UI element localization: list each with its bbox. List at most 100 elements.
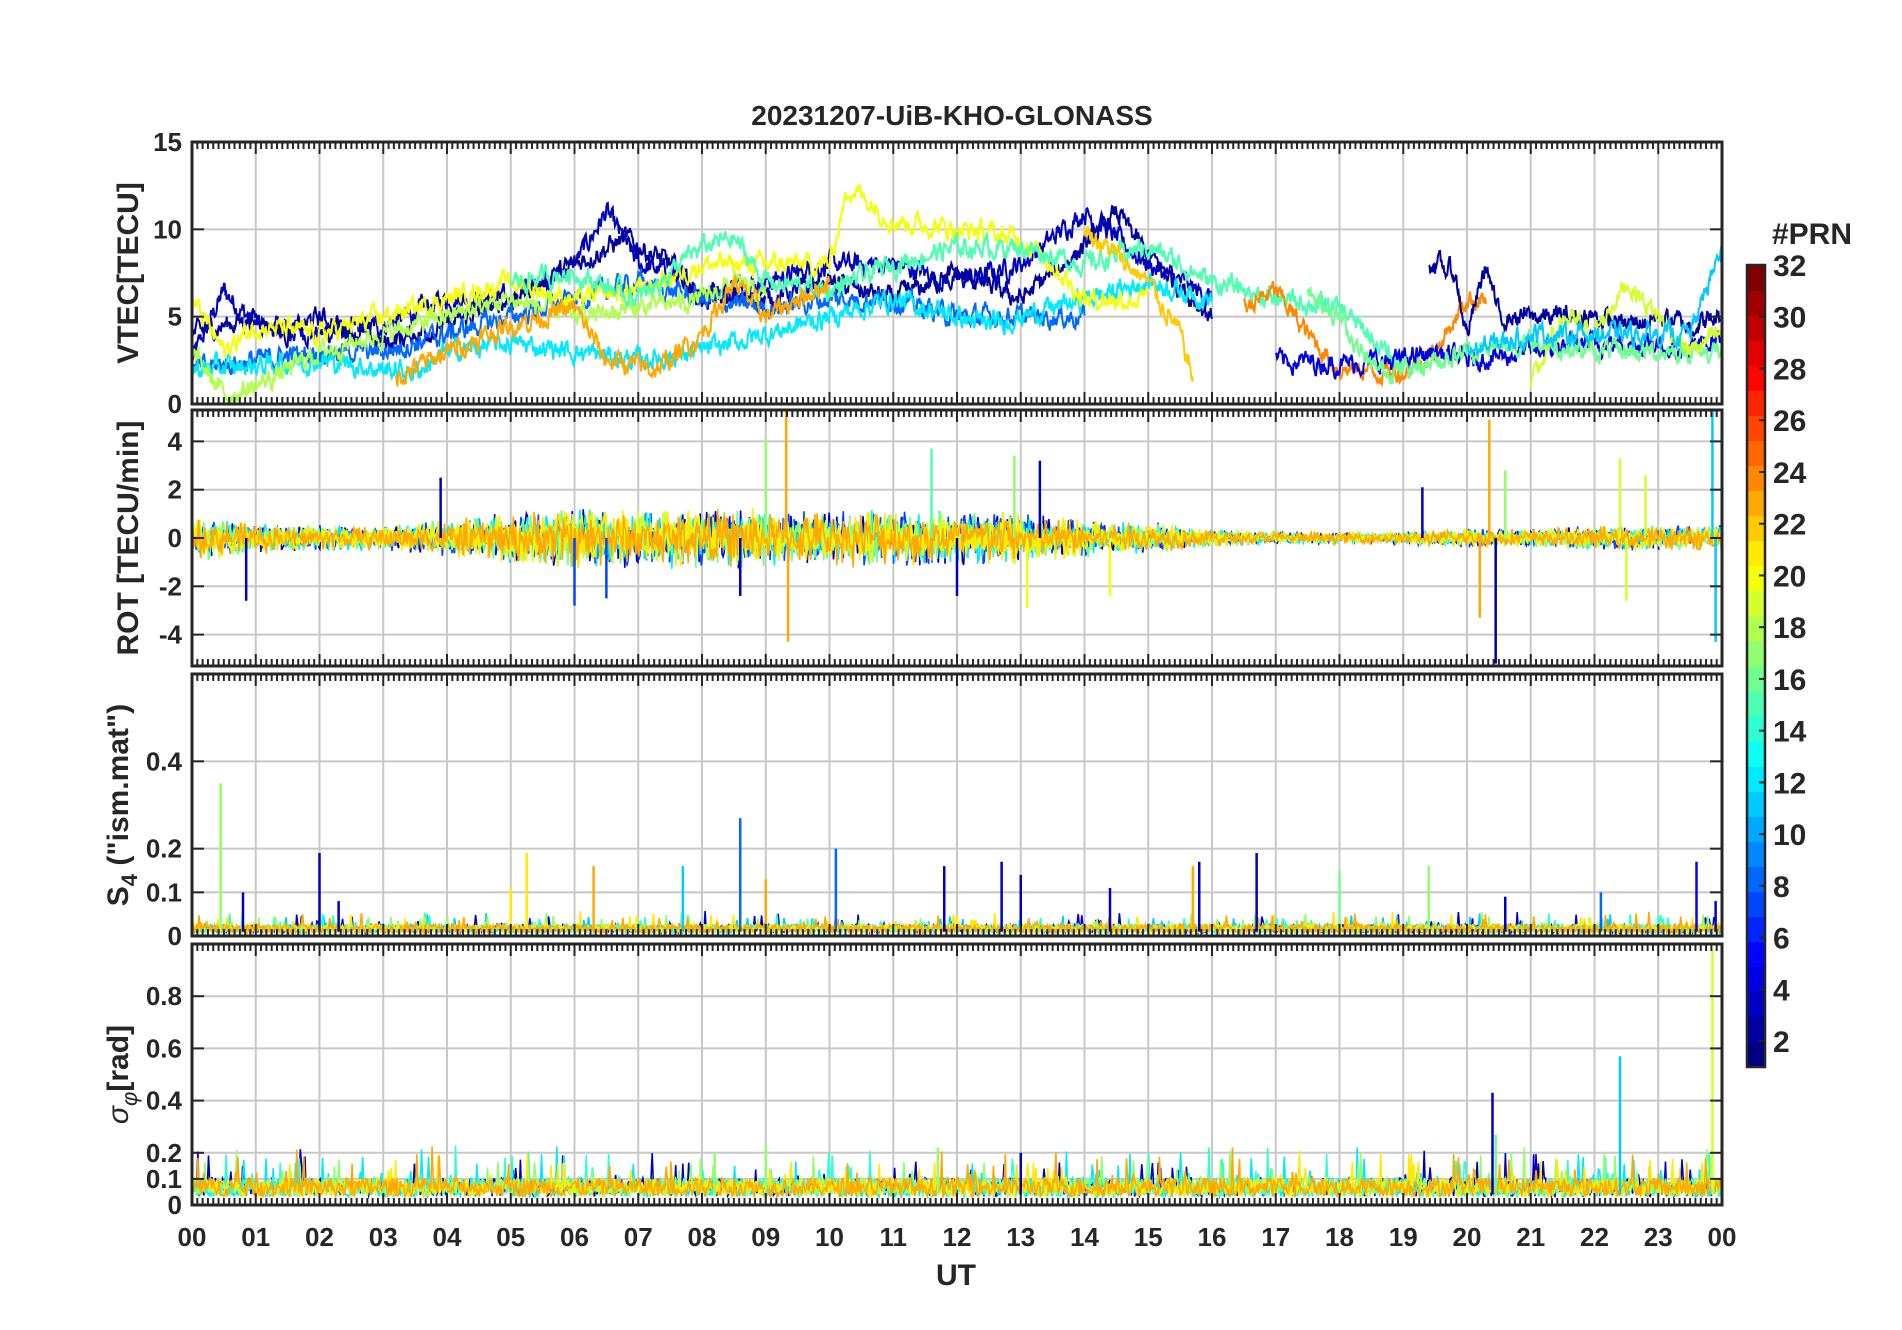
y-tick-label: 0.1 xyxy=(146,1164,182,1194)
colorbar-segment xyxy=(1747,465,1765,492)
series-line-prn-2 xyxy=(1428,250,1722,339)
y-tick-label: 0 xyxy=(168,389,182,419)
colorbar-tick-label: 32 xyxy=(1773,250,1806,283)
x-tick-label: 07 xyxy=(624,1222,653,1252)
colorbar-segment xyxy=(1747,340,1765,366)
colorbar-segment xyxy=(1747,315,1765,341)
x-tick-label: 22 xyxy=(1580,1222,1609,1252)
colorbar-tick-label: 16 xyxy=(1773,664,1806,697)
colorbar-tick-label: 18 xyxy=(1773,612,1806,645)
x-axis-label: UT xyxy=(936,1259,976,1292)
colorbar-segment xyxy=(1747,816,1765,843)
colorbar-segment xyxy=(1747,716,1765,742)
colorbar-tick-label: 2 xyxy=(1773,1026,1790,1059)
colorbar-segment xyxy=(1747,265,1765,291)
colorbar-tick-label: 4 xyxy=(1773,974,1790,1007)
colorbar-segment xyxy=(1747,515,1765,542)
colorbar-segment xyxy=(1747,290,1765,316)
panel-s4: 0 0.1 0.2 0.4S4 ("ism.mat") xyxy=(102,672,1724,951)
x-tick-label: 23 xyxy=(1644,1222,1673,1252)
y-axis-label: VTEC[TECU] xyxy=(112,182,145,364)
x-tick-label: 16 xyxy=(1198,1222,1227,1252)
gridlines xyxy=(192,674,1722,936)
colorbar-segment xyxy=(1747,565,1765,592)
colorbar-label: #PRN xyxy=(1772,218,1852,251)
colorbar-segment xyxy=(1747,440,1765,467)
x-tick-label: 01 xyxy=(241,1222,270,1252)
colorbar-segment xyxy=(1747,691,1765,717)
colorbar-tick-label: 24 xyxy=(1773,457,1807,490)
colorbar-segment xyxy=(1747,741,1765,767)
y-tick-label: 2 xyxy=(168,475,182,505)
colorbar-segment xyxy=(1747,866,1765,893)
y-axis-label: S4 ("ism.mat") xyxy=(102,704,142,906)
x-tick-label: 14 xyxy=(1070,1222,1099,1252)
y-tick-label: 0.2 xyxy=(146,834,182,864)
y-tick-label: 0.2 xyxy=(146,1138,182,1168)
colorbar-segment xyxy=(1747,766,1765,792)
y-tick-label: 0.4 xyxy=(146,1086,183,1116)
y-tick-label: 0.6 xyxy=(146,1033,182,1063)
x-tick-label: 11 xyxy=(880,1222,908,1252)
colorbar-segment xyxy=(1747,390,1765,416)
x-tick-label: 00 xyxy=(178,1222,207,1252)
y-tick-label: -4 xyxy=(159,620,183,650)
colorbar-segment xyxy=(1747,841,1765,868)
x-tick-label: 04 xyxy=(433,1222,462,1252)
colorbar-tick-label: 22 xyxy=(1773,509,1806,542)
x-tick-label: 03 xyxy=(369,1222,398,1252)
y-tick-label: 15 xyxy=(153,127,182,157)
colorbar-segment xyxy=(1747,540,1765,567)
colorbar-segment xyxy=(1747,490,1765,517)
colorbar-tick-label: 30 xyxy=(1773,302,1806,335)
y-tick-label: 0.4 xyxy=(146,746,183,776)
colorbar-tick-label: 26 xyxy=(1773,405,1806,438)
y-tick-label: 0 xyxy=(168,523,182,553)
x-tick-label: 10 xyxy=(815,1222,844,1252)
y-tick-label: 4 xyxy=(168,426,183,456)
colorbar-tick-label: 8 xyxy=(1773,871,1790,904)
x-tick-label: 21 xyxy=(1516,1222,1545,1252)
x-axis-tick-labels: 00 01 02 03 04 05 06 07 08 09 10 11 12 13 14 15 16 17 18 19… xyxy=(178,1222,1737,1252)
x-tick-label: 06 xyxy=(560,1222,589,1252)
colorbar: 2468101214161820222426283032 xyxy=(1745,250,1807,1069)
x-tick-label: 19 xyxy=(1389,1222,1418,1252)
x-tick-label: 18 xyxy=(1325,1222,1354,1252)
y-axis-label: σφ[rad] xyxy=(102,1025,142,1124)
x-tick-label: 17 xyxy=(1261,1222,1290,1252)
y-tick-label: 10 xyxy=(153,214,182,244)
colorbar-tick-label: 10 xyxy=(1773,819,1806,852)
colorbar-segment xyxy=(1747,590,1765,617)
y-tick-label: 0.1 xyxy=(146,877,182,907)
x-tick-label: 12 xyxy=(943,1222,972,1252)
x-tick-label: 15 xyxy=(1134,1222,1163,1252)
x-tick-label: 08 xyxy=(688,1222,717,1252)
colorbar-tick-label: 6 xyxy=(1773,923,1790,956)
colorbar-segment xyxy=(1747,791,1765,817)
panel-rot: -4 -2 0 2 4 ROT [TECU/min] xyxy=(112,408,1724,668)
y-tick-label: -2 xyxy=(159,571,182,601)
y-tick-label: 0.8 xyxy=(146,981,182,1011)
x-tick-label: 13 xyxy=(1006,1222,1035,1252)
figure: 20231207-UiB-KHO-GLONASS 051015VTEC[TECU… xyxy=(102,100,1852,1292)
colorbar-segment xyxy=(1747,640,1765,667)
colorbar-segment xyxy=(1747,991,1765,1018)
x-tick-label: 09 xyxy=(751,1222,780,1252)
colorbar-tick-label: 14 xyxy=(1773,716,1807,749)
colorbar-tick-label: 20 xyxy=(1773,560,1806,593)
x-tick-label: 20 xyxy=(1453,1222,1482,1252)
colorbar-segment xyxy=(1747,415,1765,442)
chart-title: 20231207-UiB-KHO-GLONASS xyxy=(751,100,1152,131)
x-tick-label: 02 xyxy=(305,1222,334,1252)
colorbar-segment xyxy=(1747,941,1765,968)
y-tick-label: 5 xyxy=(168,302,182,332)
x-tick-label: 00 xyxy=(1708,1222,1737,1252)
panel-sigma-phi: 00.10.2 0.4 0.6 0.8σφ[rad] xyxy=(102,942,1724,1220)
colorbar-segment xyxy=(1747,891,1765,918)
colorbar-segment xyxy=(1747,1041,1765,1068)
y-tick-label: 0 xyxy=(168,1190,182,1220)
colorbar-tick-label: 12 xyxy=(1773,767,1806,800)
y-axis-label: ROT [TECU/min] xyxy=(112,421,145,656)
colorbar-segment xyxy=(1747,615,1765,642)
x-tick-label: 05 xyxy=(496,1222,525,1252)
